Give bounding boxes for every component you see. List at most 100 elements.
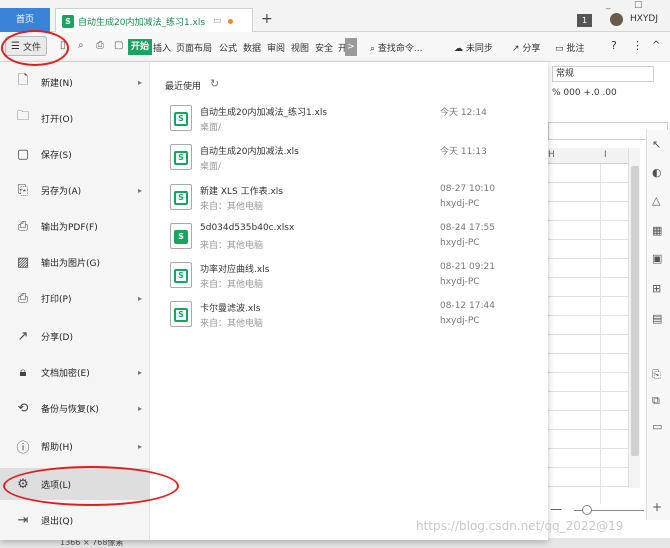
tab-view[interactable]: 视图 <box>291 41 309 54</box>
help-button[interactable]: ? <box>611 39 617 52</box>
open-folder-icon: 🗀 <box>16 109 30 124</box>
share-toolbar-label: 分享 <box>522 44 541 54</box>
collapse-ribbon-button[interactable]: ^ <box>652 40 660 51</box>
tab-formulas[interactable]: 公式 <box>219 41 237 54</box>
backup-sidebar-icon[interactable]: ⎘ <box>652 368 661 382</box>
recent-file-name: 功率对应曲线.xls <box>200 265 270 275</box>
recent-file-row[interactable]: S 5d034d535b40c.xlsx 来自：其他电脑 08-24 17:55… <box>168 220 528 256</box>
menu-item-backup[interactable]: ⟲ 备份与恢复(K) ▸ <box>0 392 150 424</box>
tab-scroll-right-button[interactable]: > <box>345 38 357 56</box>
number-format-buttons[interactable]: % 000 +.0 .00 <box>552 88 617 98</box>
recent-file-row[interactable]: S 自动生成20内加减法_练习1.xls 桌面/ 今天 12:14 <box>168 102 528 138</box>
recent-file-path: 来自：其他电脑 <box>200 280 264 290</box>
recent-file-row[interactable]: S 功率对应曲线.xls 来自：其他电脑 08-21 09:21 hxydj-P… <box>168 259 528 295</box>
tab-home[interactable]: 首页 <box>0 8 50 32</box>
sync-button[interactable]: ☁ 未同步 <box>454 41 493 54</box>
menu-item-save[interactable]: ▢ 保存(S) <box>0 138 150 170</box>
copy-icon[interactable]: ⧉ <box>652 394 660 408</box>
zoom-in-button[interactable]: + <box>652 500 662 514</box>
new-tab-button[interactable]: + <box>261 11 273 27</box>
menu-item-new[interactable]: 🗋 新建(N) ▸ <box>0 66 150 98</box>
shape-icon[interactable]: △ <box>652 194 660 207</box>
minimize-button[interactable]: _ <box>606 0 611 10</box>
menu-item-exit[interactable]: ⇥ 退出(Q) <box>0 504 150 536</box>
recent-file-path: 桌面/ <box>200 162 222 172</box>
menu-item-open[interactable]: 🗀 打开(O) <box>0 102 150 134</box>
menu-item-options[interactable]: ⚙ 选项(L) <box>0 468 150 500</box>
recent-file-date: 今天 12:14 <box>440 108 487 118</box>
sync-label: 未同步 <box>465 44 493 54</box>
tab-review[interactable]: 审阅 <box>267 41 285 54</box>
recent-file-row[interactable]: S 卡尔曼滤波.xls 来自：其他电脑 08-12 17:44 hxydj-PC <box>168 298 528 334</box>
recent-file-path: 来自：其他电脑 <box>200 319 264 329</box>
column-header-i[interactable]: I <box>604 150 607 160</box>
recent-file-row[interactable]: S 自动生成20内加减法.xls 桌面/ 今天 11:13 <box>168 141 528 177</box>
share-button[interactable]: ↗ 分享 <box>512 41 540 54</box>
save-as-icon: ⎘ <box>17 182 29 198</box>
menu-item-export-image[interactable]: ▨ 输出为图片(G) <box>0 246 150 278</box>
open-icon[interactable]: ⌕ <box>78 40 84 51</box>
file-menu-button[interactable]: ☰ 文件 <box>5 36 47 56</box>
notes-icon[interactable]: ▭ <box>652 420 662 433</box>
search-command[interactable]: ⌕ 查找命令... <box>370 41 423 54</box>
tab-insert[interactable]: 插入 <box>153 41 171 54</box>
tab-document[interactable]: S 自动生成20内加减法_练习1.xls ▭ <box>55 8 253 33</box>
preview-icon[interactable]: ▢ <box>114 40 123 51</box>
tab-page-layout[interactable]: 页面布局 <box>176 41 212 54</box>
menu-item-print[interactable]: ⎙ 打印(P) ▸ <box>0 282 150 314</box>
chevron-right-icon: ▸ <box>137 367 142 377</box>
scrollbar-thumb[interactable] <box>631 166 639 456</box>
menu-item-save-as-label: 另存为(A) <box>41 186 82 197</box>
chevron-right-icon: ▸ <box>137 293 142 303</box>
menu-item-export-image-label: 输出为图片(G) <box>41 258 100 269</box>
recent-file-source: hxydj-PC <box>440 238 480 248</box>
menu-item-export-pdf-label: 输出为PDF(F) <box>41 222 98 233</box>
tab-data[interactable]: 数据 <box>243 41 261 54</box>
cell-grid[interactable] <box>548 164 628 504</box>
spreadsheet-icon: S <box>62 14 74 28</box>
maximize-button[interactable]: □ <box>634 0 643 10</box>
property-icon[interactable]: ▤ <box>652 312 662 325</box>
menu-item-backup-label: 备份与恢复(K) <box>41 404 99 415</box>
tab-start[interactable]: 开始 <box>128 39 153 55</box>
vertical-scrollbar[interactable] <box>628 148 640 488</box>
username[interactable]: HXYDJ <box>630 14 658 24</box>
grid-apps-icon[interactable]: ▣ <box>652 252 662 265</box>
menu-item-export-pdf[interactable]: ⎙ 输出为PDF(F) <box>0 210 150 242</box>
chevron-right-icon: ▸ <box>137 185 142 195</box>
new-doc-icon[interactable]: ▯ <box>60 40 66 51</box>
filter-icon[interactable]: ⊞ <box>652 282 661 295</box>
recent-file-source: hxydj-PC <box>440 199 480 209</box>
avatar[interactable] <box>610 13 623 26</box>
tab-security[interactable]: 安全 <box>315 41 333 54</box>
print-toolbar-icon[interactable]: ⎙ <box>96 40 104 51</box>
column-header-h[interactable]: H <box>548 150 555 160</box>
recent-file-source: hxydj-PC <box>440 316 480 326</box>
backup-icon: ⟲ <box>17 400 29 416</box>
number-format-select[interactable]: 常规 <box>552 66 654 82</box>
xls-file-icon: S <box>170 262 192 288</box>
monitor-icon[interactable]: ▭ <box>213 16 222 26</box>
recent-file-row[interactable]: S 新建 XLS 工作表.xls 来自：其他电脑 08-27 10:10 hxy… <box>168 181 528 217</box>
table-icon[interactable]: ▦ <box>652 224 662 237</box>
more-button[interactable]: ⋮ <box>632 39 643 52</box>
chevron-right-icon: ▸ <box>137 441 142 451</box>
menu-item-help[interactable]: ⓘ 帮助(H) ▸ <box>0 430 150 462</box>
menu-item-encrypt[interactable]: 🔒︎ 文档加密(E) ▸ <box>0 356 150 388</box>
xlsx-file-icon: S <box>170 223 192 249</box>
cursor-icon[interactable]: ↖ <box>652 138 661 151</box>
style-icon[interactable]: ◐ <box>652 166 662 179</box>
zoom-slider-handle[interactable] <box>582 505 592 515</box>
recent-file-name: 自动生成20内加减法_练习1.xls <box>200 108 328 118</box>
menu-item-print-label: 打印(P) <box>41 294 72 305</box>
menu-item-save-as[interactable]: ⎘ 另存为(A) ▸ <box>0 174 150 206</box>
comment-button[interactable]: ▭ 批注 <box>555 41 584 54</box>
zoom-out-button[interactable]: — <box>550 502 562 516</box>
recent-file-path: 来自：其他电脑 <box>200 241 264 251</box>
chevron-right-icon: ▸ <box>137 403 142 413</box>
refresh-icon[interactable]: ↻ <box>210 77 219 90</box>
menu-item-exit-label: 退出(Q) <box>41 516 74 527</box>
menu-item-share[interactable]: ↗ 分享(D) <box>0 320 150 352</box>
window-count-badge[interactable]: 1 <box>577 14 592 27</box>
document-tab-title: 自动生成20内加减法_练习1.xls <box>78 17 206 28</box>
